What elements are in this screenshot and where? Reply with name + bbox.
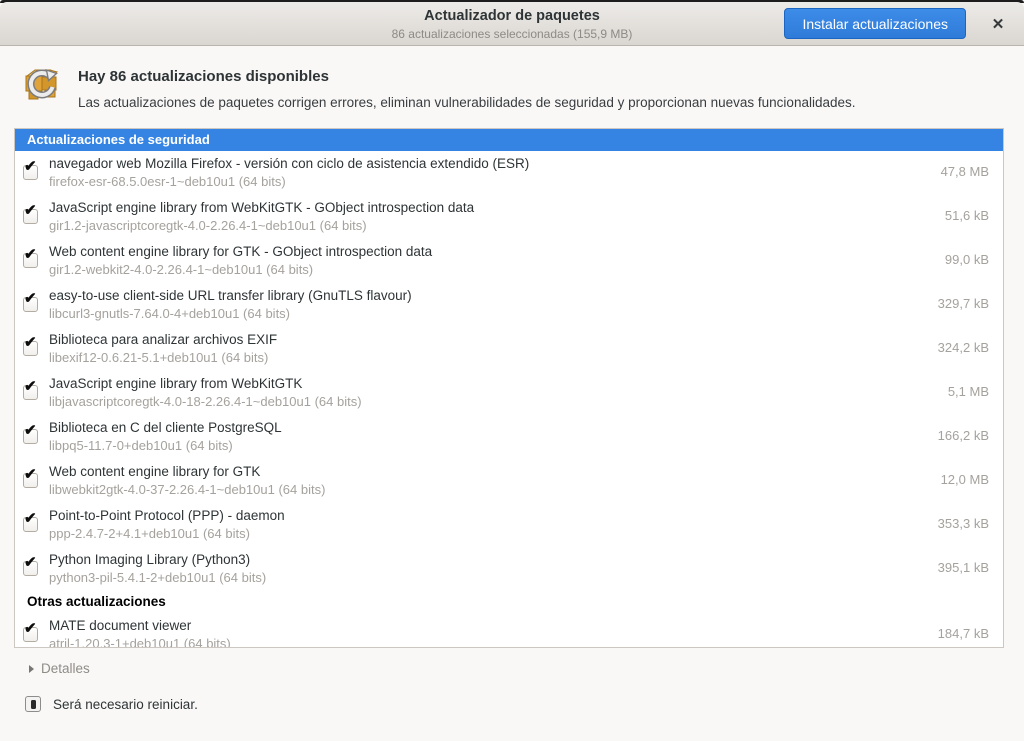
package-version: ppp-2.4.7-2+4.1+deb10u1 (64 bits) [49, 526, 250, 541]
headerbar: Actualizador de paquetes 86 actualizacio… [0, 2, 1024, 46]
updates-description: Las actualizaciones de paquetes corrigen… [78, 95, 856, 110]
checkmark-icon: ✔ [24, 333, 37, 351]
update-row[interactable]: ✔ MATE document viewer atril-1.20.3-1+deb1… [15, 613, 1003, 648]
package-version: libwebkit2gtk-4.0-37-2.26.4-1~deb10u1 (6… [49, 482, 325, 497]
update-row[interactable]: ✔ JavaScript engine library from WebKitGT… [15, 371, 1003, 415]
section-header: Otras actualizaciones [15, 591, 1003, 613]
checkmark-icon: ✔ [24, 619, 37, 637]
update-checkbox[interactable]: ✔ [23, 253, 38, 268]
checkmark-icon: ✔ [24, 421, 37, 439]
update-checkbox[interactable]: ✔ [23, 561, 38, 576]
package-size: 47,8 MB [941, 164, 989, 179]
package-summary: JavaScript engine library from WebKitGTK [49, 376, 302, 391]
updates-available-heading: Hay 86 actualizaciones disponibles [78, 68, 329, 85]
package-version: libjavascriptcoregtk-4.0-18-2.26.4-1~deb… [49, 394, 362, 409]
package-version: libexif12-0.6.21-5.1+deb10u1 (64 bits) [49, 350, 268, 365]
update-checkbox[interactable]: ✔ [23, 517, 38, 532]
details-label: Detalles [41, 661, 90, 676]
package-size: 324,2 kB [938, 340, 989, 355]
update-row[interactable]: ✔ Python Imaging Library (Python3) python3… [15, 547, 1003, 591]
update-checkbox[interactable]: ✔ [23, 297, 38, 312]
checkmark-icon: ✔ [24, 201, 37, 219]
update-row[interactable]: ✔ easy-to-use client-side URL transfer li… [15, 283, 1003, 327]
package-size: 395,1 kB [938, 560, 989, 575]
package-version: libpq5-11.7-0+deb10u1 (64 bits) [49, 438, 233, 453]
package-summary: Web content engine library for GTK - GOb… [49, 244, 432, 259]
update-checkbox[interactable]: ✔ [23, 341, 38, 356]
package-summary: Biblioteca para analizar archivos EXIF [49, 332, 277, 347]
package-size: 51,6 kB [945, 208, 989, 223]
package-summary: Biblioteca en C del cliente PostgreSQL [49, 420, 282, 435]
update-list: Actualizaciones de seguridad ✔ navegador w… [14, 128, 1004, 648]
update-row[interactable]: ✔ Web content engine library for GTK - GO… [15, 239, 1003, 283]
package-version: gir1.2-webkit2-4.0-2.26.4-1~deb10u1 (64 … [49, 262, 313, 277]
update-row[interactable]: ✔ JavaScript engine library from WebKitGT… [15, 195, 1003, 239]
package-size: 353,3 kB [938, 516, 989, 531]
package-summary: Web content engine library for GTK [49, 464, 260, 479]
update-checkbox[interactable]: ✔ [23, 385, 38, 400]
update-checkbox[interactable]: ✔ [23, 627, 38, 642]
section-header: Actualizaciones de seguridad [15, 129, 1003, 151]
package-summary: easy-to-use client-side URL transfer lib… [49, 288, 412, 303]
package-summary: Python Imaging Library (Python3) [49, 552, 250, 567]
close-icon[interactable]: ✕ [985, 12, 1011, 38]
package-version: gir1.2-javascriptcoregtk-4.0-2.26.4-1~de… [49, 218, 367, 233]
checkmark-icon: ✔ [24, 377, 37, 395]
checkmark-icon: ✔ [24, 465, 37, 483]
details-expander[interactable]: Detalles [29, 661, 90, 676]
install-updates-button[interactable]: Instalar actualizaciones [784, 8, 966, 39]
package-size: 12,0 MB [941, 472, 989, 487]
package-size: 184,7 kB [938, 626, 989, 641]
checkmark-icon: ✔ [24, 509, 37, 527]
update-checkbox[interactable]: ✔ [23, 209, 38, 224]
checkmark-icon: ✔ [24, 157, 37, 175]
package-size: 99,0 kB [945, 252, 989, 267]
software-update-icon [21, 63, 63, 105]
package-size: 5,1 MB [948, 384, 989, 399]
package-summary: Point-to-Point Protocol (PPP) - daemon [49, 508, 285, 523]
package-version: firefox-esr-68.5.0esr-1~deb10u1 (64 bits… [49, 174, 286, 189]
package-summary: navegador web Mozilla Firefox - versión … [49, 156, 529, 171]
restart-notice-row: Será necesario reiniciar. [25, 696, 198, 712]
update-checkbox[interactable]: ✔ [23, 473, 38, 488]
update-checkbox[interactable]: ✔ [23, 165, 38, 180]
restart-required-icon [25, 696, 41, 712]
restart-notice-label: Será necesario reiniciar. [53, 697, 198, 712]
package-version: libcurl3-gnutls-7.64.0-4+deb10u1 (64 bit… [49, 306, 290, 321]
update-checkbox[interactable]: ✔ [23, 429, 38, 444]
update-row[interactable]: ✔ Biblioteca en C del cliente PostgreSQL l… [15, 415, 1003, 459]
package-size: 329,7 kB [938, 296, 989, 311]
package-summary: JavaScript engine library from WebKitGTK… [49, 200, 474, 215]
update-row[interactable]: ✔ navegador web Mozilla Firefox - versión… [15, 151, 1003, 195]
expander-arrow-icon [29, 665, 34, 673]
update-row[interactable]: ✔ Web content engine library for GTK libwe… [15, 459, 1003, 503]
package-size: 166,2 kB [938, 428, 989, 443]
update-row[interactable]: ✔ Biblioteca para analizar archivos EXIF l… [15, 327, 1003, 371]
update-row[interactable]: ✔ Point-to-Point Protocol (PPP) - daemon p… [15, 503, 1003, 547]
package-version: python3-pil-5.4.1-2+deb10u1 (64 bits) [49, 570, 266, 585]
checkmark-icon: ✔ [24, 553, 37, 571]
package-summary: MATE document viewer [49, 618, 191, 633]
package-version: atril-1.20.3-1+deb10u1 (64 bits) [49, 636, 231, 648]
checkmark-icon: ✔ [24, 245, 37, 263]
checkmark-icon: ✔ [24, 289, 37, 307]
